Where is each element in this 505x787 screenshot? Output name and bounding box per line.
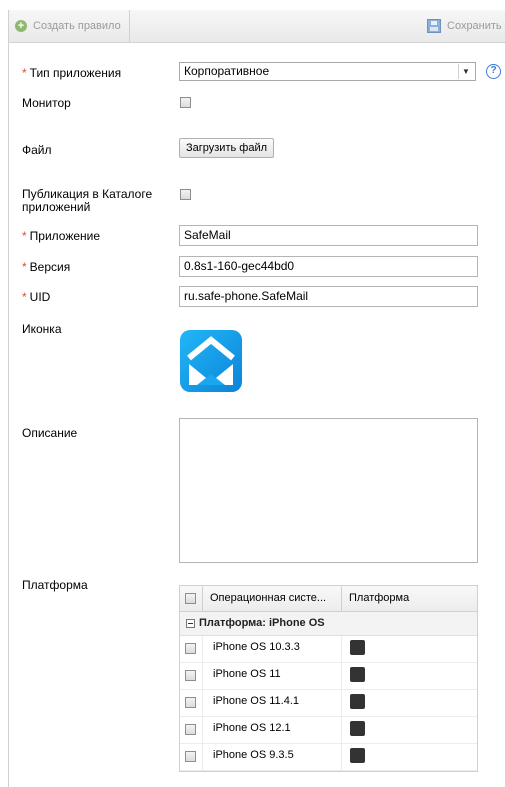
- create-rule-button[interactable]: + Создать правило: [9, 10, 130, 42]
- row-checkbox-cell: [180, 690, 203, 716]
- save-label: Сохранить: [447, 20, 502, 32]
- plus-icon: +: [15, 20, 27, 32]
- file-label: Файл: [22, 143, 52, 157]
- catalog-publication-label: Публикация в Каталоге приложений: [22, 187, 153, 214]
- application-input[interactable]: SafeMail: [179, 225, 478, 246]
- apple-icon: [350, 667, 365, 682]
- platform-cell: [350, 694, 365, 709]
- icon-label: Иконка: [22, 322, 62, 336]
- chevron-down-icon: ▼: [458, 64, 473, 79]
- group-label: Платформа: iPhone OS: [199, 617, 325, 629]
- panel-left-border: [8, 10, 9, 787]
- os-cell: iPhone OS 10.3.3: [203, 636, 342, 662]
- os-cell: iPhone OS 11.4.1: [203, 690, 342, 716]
- save-disk-icon: [427, 19, 441, 33]
- row-checkbox-cell: [180, 636, 203, 662]
- version-label: * Версия: [22, 260, 71, 274]
- save-button[interactable]: Сохранить: [427, 10, 502, 42]
- app-type-select[interactable]: Корпоративное ▼: [179, 62, 476, 81]
- os-cell: iPhone OS 9.3.5: [203, 744, 342, 770]
- row-checkbox[interactable]: [185, 724, 196, 735]
- row-checkbox-cell: [180, 744, 203, 770]
- app-type-label: * Тип приложения: [22, 66, 122, 80]
- apple-icon: [350, 640, 365, 655]
- row-checkbox-cell: [180, 663, 203, 689]
- header-checkbox-cell: [180, 586, 203, 611]
- row-checkbox[interactable]: [185, 643, 196, 654]
- upload-file-button[interactable]: Загрузить файл: [179, 138, 275, 158]
- select-all-checkbox[interactable]: [185, 593, 196, 604]
- uid-label: * UID: [22, 290, 51, 304]
- grid-header: Операционная систе... Платформа: [180, 586, 477, 612]
- os-cell: iPhone OS 12.1: [203, 717, 342, 743]
- description-textarea[interactable]: [179, 418, 478, 563]
- monitor-checkbox[interactable]: [180, 97, 191, 108]
- monitor-label: Монитор: [22, 96, 71, 110]
- required-mark: *: [22, 66, 27, 80]
- toolbar: + Создать правило Сохранить: [9, 10, 505, 43]
- application-label: * Приложение: [22, 229, 101, 243]
- row-checkbox[interactable]: [185, 697, 196, 708]
- column-header-platform[interactable]: Платформа: [343, 586, 409, 611]
- apple-icon: [350, 748, 365, 763]
- help-icon[interactable]: ?: [486, 64, 501, 79]
- catalog-publication-checkbox[interactable]: [180, 189, 191, 200]
- collapse-icon[interactable]: [186, 619, 195, 628]
- row-checkbox-cell: [180, 717, 203, 743]
- safemail-app-icon: [180, 330, 242, 392]
- row-checkbox[interactable]: [185, 751, 196, 762]
- table-row[interactable]: iPhone OS 9.3.5: [180, 744, 477, 771]
- table-row[interactable]: iPhone OS 10.3.3: [180, 636, 477, 663]
- platform-grid: Операционная систе... Платформа Платформ…: [179, 585, 478, 772]
- platform-label: Платформа: [22, 578, 88, 592]
- platform-cell: [350, 640, 365, 655]
- platform-cell: [350, 721, 365, 736]
- version-input[interactable]: 0.8s1-160-gec44bd0: [179, 256, 478, 277]
- table-row[interactable]: iPhone OS 11.4.1: [180, 690, 477, 717]
- platform-cell: [350, 667, 365, 682]
- table-row[interactable]: iPhone OS 11: [180, 663, 477, 690]
- column-header-os[interactable]: Операционная систе...: [203, 586, 342, 611]
- table-row[interactable]: iPhone OS 12.1: [180, 717, 477, 744]
- platform-cell: [350, 748, 365, 763]
- group-row-iphone-os[interactable]: Платформа: iPhone OS: [180, 612, 477, 636]
- apple-icon: [350, 694, 365, 709]
- description-label: Описание: [22, 426, 78, 440]
- row-checkbox[interactable]: [185, 670, 196, 681]
- os-cell: iPhone OS 11: [203, 663, 342, 689]
- uid-input[interactable]: ru.safe-phone.SafeMail: [179, 286, 478, 307]
- create-rule-label: Создать правило: [33, 20, 121, 32]
- app-type-value: Корпоративное: [184, 64, 270, 78]
- apple-icon: [350, 721, 365, 736]
